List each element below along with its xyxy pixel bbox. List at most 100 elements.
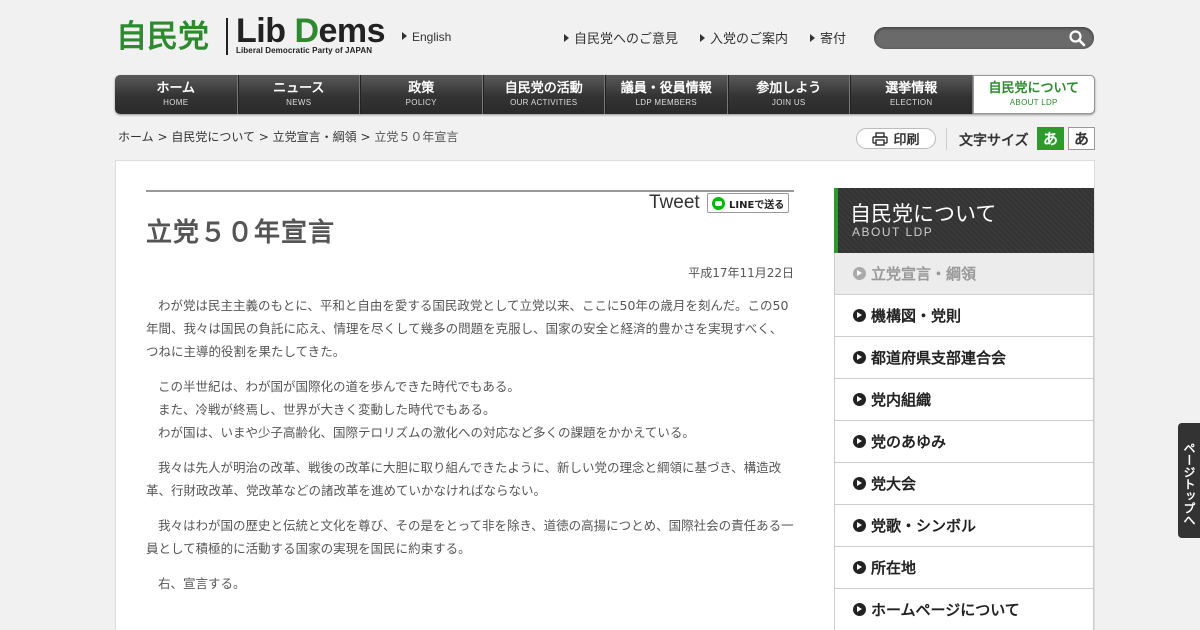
arrow-circle-icon — [853, 435, 866, 448]
font-size-large-button[interactable]: あ — [1068, 127, 1095, 150]
article-paragraph: 我々はわが国の歴史と伝統と文化を尊び、その是をとって非を除き、道徳の高揚につとめ… — [146, 518, 794, 556]
nav-tab-members[interactable]: 議員・役員情報 LDP MEMBERS — [605, 75, 728, 114]
nav-tab-label: ホーム — [156, 81, 196, 96]
nav-tab-sublabel: ABOUT LDP — [1009, 98, 1058, 107]
nav-tab-policy[interactable]: 政策 POLICY — [360, 75, 483, 114]
nav-tab-sublabel: POLICY — [405, 98, 437, 107]
nav-tab-home[interactable]: ホーム HOME — [115, 75, 238, 114]
opinion-link[interactable]: 自民党へのご意見 — [564, 28, 678, 47]
arrow-circle-icon — [853, 351, 866, 364]
arrow-circle-icon — [853, 561, 866, 574]
breadcrumb-separator: > — [254, 130, 273, 144]
nav-tab-label: ニュース — [273, 81, 325, 96]
nav-tab-sublabel: JOIN US — [771, 98, 806, 107]
print-button[interactable]: 印刷 — [856, 128, 936, 149]
article-line: この半世紀は、わが国が国際化の道を歩んできた時代でもある。 — [158, 379, 520, 394]
donation-link-label: 寄付 — [820, 32, 847, 47]
global-nav: ホーム HOME ニュース NEWS 政策 POLICY 自民党の活動 OUR ACTI… — [115, 75, 1095, 114]
breadcrumb-current: 立党５０年宣言 — [374, 130, 459, 144]
search-box — [874, 27, 1094, 49]
sidebar-item-internal-organization[interactable]: 党内組織 — [834, 379, 1094, 421]
breadcrumb-separator: > — [356, 130, 375, 144]
sidebar-item-history[interactable]: 党のあゆみ — [834, 421, 1094, 463]
logo-ems: ems — [318, 12, 386, 50]
sidebar-item-location[interactable]: 所在地 — [834, 547, 1094, 589]
article-paragraph: この半世紀は、わが国が国際化の道を歩んできた時代でもある。 また、冷戦が終焉し、… — [146, 375, 794, 444]
arrow-circle-icon — [853, 477, 866, 490]
nav-tab-sublabel: NEWS — [286, 98, 312, 107]
nav-tab-sublabel: HOME — [163, 98, 189, 107]
nav-tab-label: 政策 — [408, 81, 435, 96]
article-line: わが国は、いまや少子高齢化、国際テロリズムの激化への対応など多くの課題をかかえて… — [158, 425, 695, 440]
join-link[interactable]: 入党のご案内 — [700, 28, 788, 47]
article-line: また、冷戦が終焉し、世界が大きく変動した時代でもある。 — [158, 402, 496, 417]
sidebar-item-organization-chart[interactable]: 機構図・党則 — [834, 295, 1094, 337]
search-icon[interactable] — [1068, 29, 1086, 47]
nav-tab-sublabel: OUR ACTIVITIES — [510, 98, 578, 107]
sidebar-item-anthem-symbol[interactable]: 党歌・シンボル — [834, 505, 1094, 547]
sidebar-item-about-website[interactable]: ホームページについて — [834, 589, 1094, 630]
article-paragraph: 我々は先人が明治の改革、戦後の改革に大胆に取り組んできたように、新しい党の理念と… — [146, 460, 782, 498]
nav-tab-label: 議員・役員情報 — [620, 81, 712, 96]
breadcrumb-about[interactable]: 自民党について — [171, 130, 255, 144]
logo-divider — [226, 18, 228, 55]
sidebar-header: 自民党について ABOUT LDP — [834, 188, 1094, 253]
page-title: 立党５０年宣言 — [146, 218, 336, 248]
logo-subtitle: Liberal Democratic Party of JAPAN — [236, 46, 373, 55]
sidebar-title: 自民党について — [850, 202, 997, 226]
nav-tab-about[interactable]: 自民党について ABOUT LDP — [972, 75, 1095, 114]
nav-tab-label: 参加しよう — [756, 81, 822, 96]
sidebar-item-label: 党のあゆみ — [871, 433, 947, 451]
arrow-circle-icon — [853, 603, 866, 616]
breadcrumb-declaration[interactable]: 立党宣言・綱領 — [273, 130, 357, 144]
arrow-circle-icon — [853, 309, 866, 322]
sidebar-item-label: 党大会 — [871, 475, 917, 493]
printer-icon — [872, 131, 889, 146]
triangle-right-icon — [402, 32, 407, 40]
breadcrumb-home[interactable]: ホーム — [118, 130, 154, 144]
join-link-label: 入党のご案内 — [710, 32, 789, 47]
font-size-normal-button[interactable]: あ — [1037, 127, 1064, 150]
triangle-right-icon — [700, 34, 706, 42]
sidebar-menu: 立党宣言・綱領 機構図・党則 都道府県支部連合会 党内組織 党のあゆみ 党大会 … — [834, 253, 1094, 630]
tweet-button[interactable]: Tweet — [649, 192, 700, 214]
sidebar-item-label: 党内組織 — [871, 391, 932, 409]
article-paragraph: 右、宣言する。 — [158, 576, 246, 591]
arrow-circle-icon — [853, 393, 866, 406]
sidebar-item-convention[interactable]: 党大会 — [834, 463, 1094, 505]
line-share-button[interactable]: LINEで送る — [707, 193, 789, 213]
ldp-logo-ja[interactable]: 自民党 — [116, 18, 209, 56]
sidebar-item-declaration[interactable]: 立党宣言・綱領 — [834, 253, 1094, 295]
search-input[interactable] — [874, 27, 1054, 49]
print-label: 印刷 — [893, 133, 920, 148]
sidebar-item-label: ホームページについて — [871, 601, 1020, 619]
sidebar-item-label: 立党宣言・綱領 — [871, 265, 977, 283]
breadcrumb-separator: > — [153, 130, 172, 144]
nav-tab-election[interactable]: 選挙情報 ELECTION — [850, 75, 973, 114]
breadcrumb: ホーム > 自民党について > 立党宣言・綱領 > 立党５０年宣言 — [118, 128, 458, 145]
nav-tab-sublabel: ELECTION — [890, 98, 933, 107]
english-link[interactable]: English — [402, 30, 451, 44]
nav-tab-news[interactable]: ニュース NEWS — [237, 75, 360, 114]
nav-tab-join[interactable]: 参加しよう JOIN US — [727, 75, 850, 114]
arrow-circle-icon — [853, 267, 866, 280]
nav-tab-activities[interactable]: 自民党の活動 OUR ACTIVITIES — [482, 75, 605, 114]
lib-dems-logo[interactable]: Lib Dems — [236, 12, 386, 50]
sidebar-item-label: 機構図・党則 — [871, 307, 962, 325]
triangle-right-icon — [564, 34, 569, 42]
sidebar-item-prefectural-chapters[interactable]: 都道府県支部連合会 — [834, 337, 1094, 379]
sidebar-item-label: 党歌・シンボル — [871, 517, 977, 535]
article-body: わが党は民主主義のもとに、平和と自由を愛する国民政党として立党以来、ここに50年… — [146, 294, 794, 607]
sidebar-item-label: 都道府県支部連合会 — [871, 349, 1007, 367]
header-links: 自民党へのご意見 入党のご案内 寄付 — [564, 28, 868, 47]
arrow-circle-icon — [853, 519, 866, 532]
triangle-right-icon — [810, 34, 816, 42]
donation-link[interactable]: 寄付 — [810, 28, 846, 47]
line-share-label: LINEで送る — [729, 199, 785, 211]
nav-tab-label: 自民党について — [988, 81, 1080, 96]
tools-divider — [946, 128, 947, 150]
article-paragraph: わが党は民主主義のもとに、平和と自由を愛する国民政党として立党以来、ここに50年… — [146, 298, 789, 359]
page-top-button[interactable]: ページトップへ — [1178, 423, 1200, 538]
font-size-label: 文字サイズ — [959, 133, 1029, 149]
sidebar-subtitle: ABOUT LDP — [852, 225, 934, 239]
